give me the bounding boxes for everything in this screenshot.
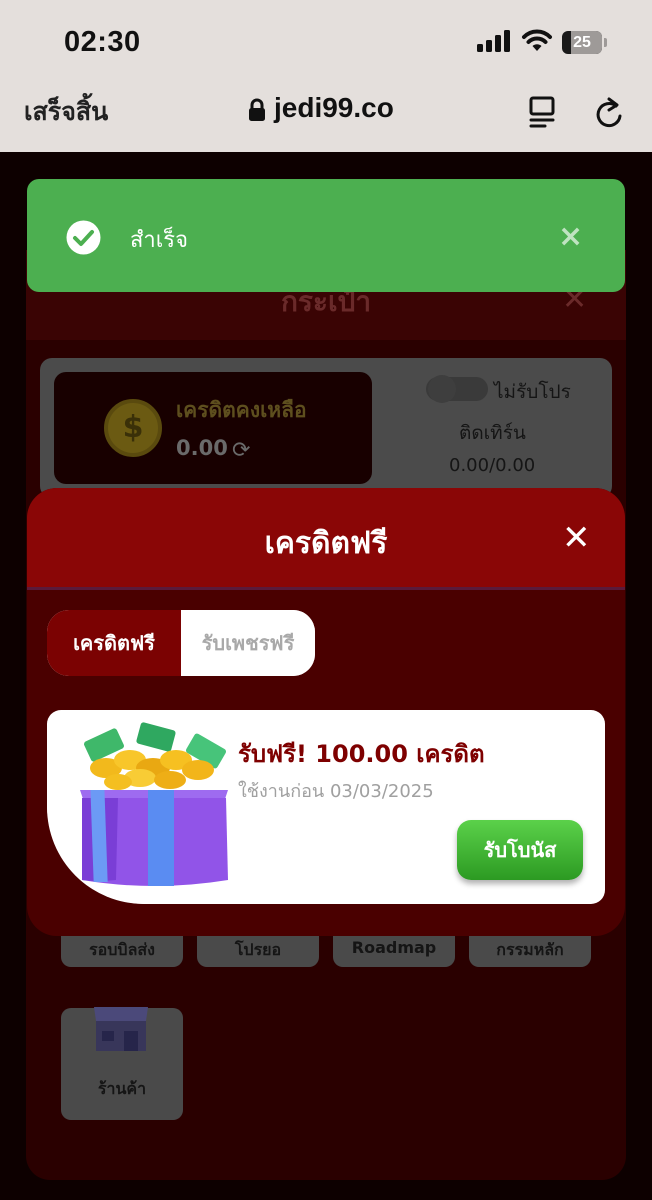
tile-label-shop: ร้านค้า (97, 1079, 147, 1098)
wifi-icon (522, 29, 552, 51)
turnover-label: ติดเทิร์น (459, 422, 526, 444)
tile-label: โปรยอ (234, 940, 282, 959)
reload-icon[interactable] (594, 96, 624, 128)
modal-tabs: เครดิตฟรี รับเพชรฟรี (47, 610, 315, 676)
done-button[interactable]: เสร็จสิ้น (24, 92, 108, 132)
promo-toggle-knob (428, 375, 456, 403)
ios-status-bar: 02:30 25 (0, 0, 652, 76)
coin-icon: $ (104, 399, 162, 457)
promo-label: ไม่รับโปร (494, 381, 571, 403)
tab-free-credit[interactable]: เครดิตฟรี (47, 610, 181, 676)
modal-close-icon[interactable]: ✕ (562, 520, 591, 556)
check-circle-icon (66, 220, 101, 255)
tile-label: Roadmap (351, 938, 437, 957)
screen: 02:30 25 เสร็จสิ้น jedi99.co กระเป๋า ✕ $… (0, 0, 652, 1200)
battery-indicator: 25 (562, 31, 602, 54)
refresh-icon[interactable]: ⟳ (232, 438, 250, 463)
battery-nub (604, 38, 607, 47)
bonus-title: รับฟรี! 100.00 เครดิต (238, 740, 485, 768)
lock-icon (249, 98, 265, 121)
modal-title: เครดิตฟรี (264, 526, 388, 561)
browser-toolbar: เสร็จสิ้น jedi99.co (0, 76, 652, 152)
url-label[interactable]: jedi99.co (274, 92, 394, 124)
gift-box-icon (80, 722, 228, 886)
tab-free-diamonds[interactable]: รับเพชรฟรี (181, 610, 315, 676)
toast-message: สำเร็จ (130, 228, 189, 253)
tile-label: รอบบิลส่ง (89, 940, 155, 959)
credit-balance-box (54, 372, 372, 484)
modal-header: เครดิตฟรี ✕ (27, 488, 625, 590)
shop-icon (94, 1007, 148, 1051)
claim-bonus-button[interactable]: รับโบนัส (457, 820, 583, 880)
bonus-expiry: ใช้งานก่อน 03/03/2025 (238, 781, 434, 802)
clock: 02:30 (64, 26, 141, 58)
credit-label: เครดิตคงเหลือ (176, 398, 307, 422)
success-toast (27, 179, 625, 292)
toast-close-icon[interactable]: × (558, 222, 583, 252)
cellular-signal-icon (477, 30, 510, 52)
credit-value: 0.00 (176, 436, 228, 460)
turnover-value: 0.00/0.00 (449, 455, 536, 476)
tile-label: กรรมหลัก (496, 940, 564, 959)
reader-mode-icon[interactable] (528, 96, 558, 128)
